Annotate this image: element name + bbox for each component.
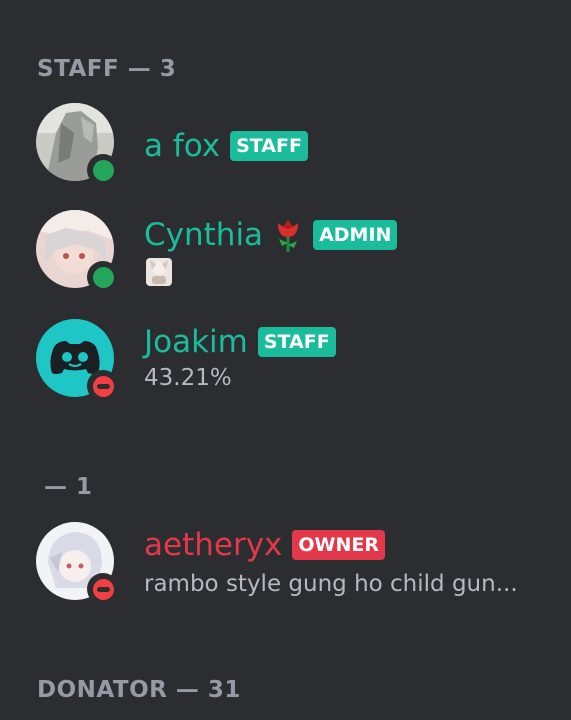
member-name: aetheryx	[144, 527, 283, 563]
avatar-wrap	[36, 103, 119, 186]
role-badge-owner: OWNER	[292, 530, 386, 560]
name-line: Cynthia ADMIN	[144, 216, 398, 254]
member-joakim[interactable]: Joakim STAFF 43.21%	[36, 319, 556, 402]
custom-status-emoji-icon	[146, 258, 172, 286]
avatar-wrap	[36, 210, 119, 293]
status-online-indicator	[87, 154, 119, 186]
rose-emoji-icon	[278, 220, 299, 252]
role-badge-staff: STAFF	[230, 131, 308, 161]
name-line: Joakim STAFF	[144, 323, 336, 361]
member-cynthia[interactable]: Cynthia ADMIN	[36, 210, 556, 293]
section-header-staff: STAFF — 3	[37, 56, 177, 82]
status-online-indicator	[87, 261, 119, 293]
name-line: aetheryx OWNER	[144, 526, 386, 564]
member-name: a fox	[144, 128, 221, 164]
member-aetheryx[interactable]: aetheryx OWNER rambo style gung ho child…	[36, 522, 556, 605]
member-activity: 43.21%	[144, 365, 232, 391]
role-badge-staff: STAFF	[257, 327, 336, 357]
member-name: Joakim	[144, 324, 248, 360]
member-activity: rambo style gung ho child gun...	[144, 571, 518, 597]
name-line: a fox STAFF	[144, 127, 308, 165]
section-header-donator: DONATOR — 31	[37, 677, 241, 703]
member-a-fox[interactable]: a fox STAFF	[36, 103, 556, 186]
role-badge-admin: ADMIN	[313, 220, 398, 250]
section-header-unnamed-role: — 1	[44, 474, 93, 500]
avatar-wrap	[36, 319, 119, 402]
avatar-wrap	[36, 522, 119, 605]
member-name: Cynthia	[144, 217, 264, 253]
status-dnd-indicator	[87, 370, 119, 402]
status-dnd-indicator	[87, 573, 119, 605]
